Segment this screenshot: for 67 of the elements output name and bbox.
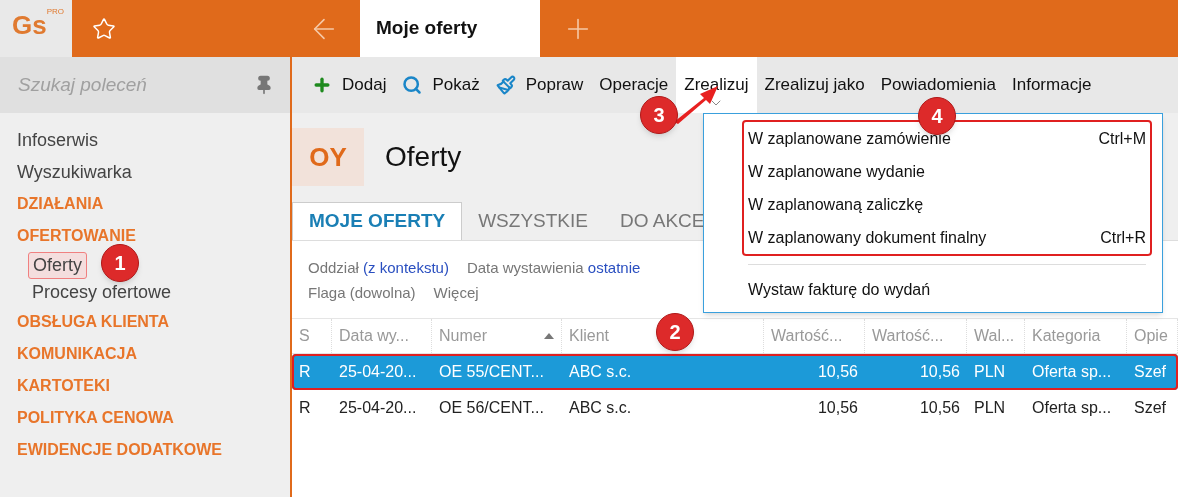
sidebar-section[interactable]: DZIAŁANIA	[17, 188, 104, 220]
filter-link[interactable]: Data wystawienia ostatnie	[466, 257, 641, 280]
tab[interactable]: Moje oferty	[360, 0, 540, 57]
column-header[interactable]: Numer	[432, 319, 562, 353]
column-header[interactable]: Kategoria	[1025, 319, 1127, 353]
filter-link[interactable]: Oddział (z kontekstu)	[308, 257, 449, 280]
toolbar-button[interactable]: Informacje	[1004, 57, 1100, 113]
table-cell-text: 25-04-20...	[338, 398, 418, 418]
menu-item[interactable]: W zaplanowaną zaliczkę	[748, 188, 1146, 221]
step-number: 1	[101, 244, 139, 282]
search-icon	[402, 75, 423, 95]
table-cell-text: ABC s.c.	[568, 362, 633, 382]
sidebar-item[interactable]: Wyszukiwarka	[17, 156, 132, 188]
shortcut-text: Ctrl+R	[1100, 227, 1146, 248]
sidebar-section[interactable]: EWIDENCJE DODATKOWE	[17, 434, 223, 466]
column-header[interactable]: Wartość...	[764, 319, 865, 353]
sidebar-section[interactable]: POLITYKA CENOWA	[17, 402, 174, 434]
table-cell-text: 10,56	[816, 362, 859, 382]
menu-item[interactable]: W zaplanowany dokument finalny Ctrl+R	[748, 221, 1146, 254]
plus-icon	[312, 75, 332, 95]
table-cell-text: PLN	[973, 362, 1007, 382]
table-cell-text: Oferta sp...	[1031, 398, 1113, 418]
table-cell-text: Szef	[1133, 398, 1167, 418]
table-cell-text: ABC s.c.	[568, 398, 633, 418]
table-cell-text: 10,56	[816, 398, 859, 418]
table-cell-text: 25-04-20...	[338, 362, 418, 382]
page-title: Oferty	[385, 140, 462, 174]
filter-link[interactable]: Więcej	[433, 281, 479, 304]
view-tab[interactable]: WSZYSTKIE	[462, 202, 604, 240]
table-cell-text: Szef	[1133, 362, 1167, 382]
column-header[interactable]: S	[292, 319, 332, 353]
table-row[interactable]: R 25-04-20... OE 55/CENT... ABC s.c. 10,56 10,56 PLN Oferta sp... Szef	[292, 354, 1178, 390]
table-cell-text: OE 55/CENT...	[438, 362, 545, 382]
table-cell-text: 10,56	[918, 362, 961, 382]
pin-button[interactable]	[240, 57, 290, 113]
toolbar-button[interactable]: Popraw	[487, 57, 592, 113]
star-icon[interactable]	[92, 16, 116, 41]
table-cell-text: OE 56/CENT...	[438, 398, 545, 418]
toolbar-button[interactable]: Zrealizuj	[676, 57, 757, 113]
table-cell-text: R	[298, 398, 312, 418]
filter-link[interactable]: Flaga (dowolna)	[308, 281, 416, 304]
shortcut-text: Ctrl+M	[1098, 128, 1146, 149]
table-cell-text: 10,56	[918, 398, 961, 418]
column-header[interactable]: Wartość...	[865, 319, 967, 353]
view-tab[interactable]: MOJE OFERTY	[292, 202, 463, 240]
column-header[interactable]: Wal...	[967, 319, 1025, 353]
menu-item[interactable]: Wystaw fakturę do wydań	[748, 273, 1146, 306]
toolbar-button[interactable]: Pokaż	[394, 57, 488, 113]
brush-icon	[495, 75, 516, 95]
sidebar-section[interactable]: OBSŁUGA KLIENTA	[17, 306, 169, 338]
table-cell-text: PLN	[973, 398, 1007, 418]
page-badge: OY	[292, 128, 364, 186]
sidebar-section[interactable]: KOMUNIKACJA	[17, 338, 137, 370]
sidebar-section[interactable]: KARTOTEKI	[17, 370, 111, 402]
toolbar-button[interactable]: Dodaj	[304, 57, 395, 113]
table-cell-text: R	[298, 362, 312, 382]
toolbar-button[interactable]: Zrealizuj jako	[756, 57, 873, 113]
pin-icon	[254, 75, 274, 95]
search-field[interactable]: Szukaj poleceń	[0, 57, 240, 113]
column-header[interactable]: Data wy...	[332, 319, 432, 353]
column-header[interactable]: Opie	[1127, 319, 1178, 353]
sort-arrow-icon	[544, 333, 554, 339]
table-cell-text: Oferta sp...	[1031, 362, 1113, 382]
menu-item[interactable]: W zaplanowane wydanie	[748, 155, 1146, 188]
sidebar-item[interactable]: Procesy ofertowe	[28, 279, 176, 306]
sidebar-item[interactable]: Infoserwis	[17, 124, 99, 156]
sidebar-item[interactable]: Oferty	[28, 252, 87, 279]
